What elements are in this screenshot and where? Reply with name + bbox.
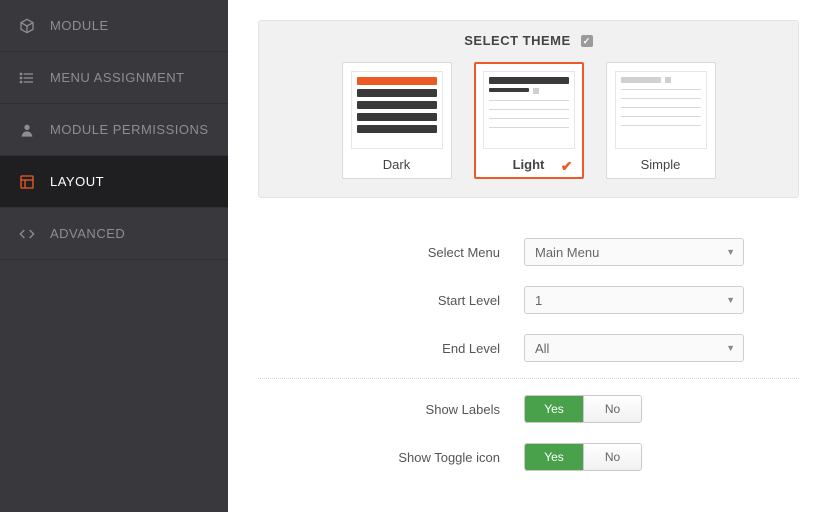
label-show-labels: Show Labels [258, 402, 518, 417]
toggle-yes[interactable]: Yes [525, 396, 583, 422]
cube-icon [18, 18, 36, 34]
sidebar-item-label: MODULE PERMISSIONS [50, 122, 209, 137]
toggle-no[interactable]: No [583, 396, 641, 422]
theme-thumbnail [615, 71, 707, 149]
row-show-toggle-icon: Show Toggle icon Yes No [258, 433, 799, 481]
label-select-menu: Select Menu [258, 245, 518, 260]
theme-thumbnail [351, 71, 443, 149]
sidebar-item-advanced[interactable]: ADVANCED [0, 208, 228, 260]
label-show-toggle-icon: Show Toggle icon [258, 450, 518, 465]
show-toggle-icon-toggle[interactable]: Yes No [524, 443, 642, 471]
sidebar-item-module-permissions[interactable]: MODULE PERMISSIONS [0, 104, 228, 156]
theme-option-label: Dark [351, 157, 443, 172]
sidebar-item-label: ADVANCED [50, 226, 125, 241]
sidebar-item-label: MODULE [50, 18, 109, 33]
layout-icon [18, 174, 36, 190]
select-theme-panel: SELECT THEME ✓ Dark [258, 20, 799, 198]
end-level-dropdown[interactable]: All ▼ [524, 334, 744, 362]
check-icon: ✓ [581, 35, 593, 47]
theme-option-simple[interactable]: Simple [606, 62, 716, 179]
theme-option-label: Light ✔ [483, 157, 575, 172]
row-end-level: End Level All ▼ [258, 324, 799, 372]
chevron-down-icon: ▼ [726, 295, 735, 305]
row-start-level: Start Level 1 ▼ [258, 276, 799, 324]
select-theme-title: SELECT THEME [464, 33, 570, 48]
toggle-no[interactable]: No [583, 444, 641, 470]
label-end-level: End Level [258, 341, 518, 356]
sidebar-item-module[interactable]: MODULE [0, 0, 228, 52]
theme-options-row: Dark Light ✔ Simple [273, 62, 784, 179]
row-show-labels: Show Labels Yes No [258, 385, 799, 433]
show-labels-toggle[interactable]: Yes No [524, 395, 642, 423]
separator [258, 378, 799, 379]
select-menu-dropdown[interactable]: Main Menu ▼ [524, 238, 744, 266]
select-value: All [535, 341, 549, 356]
sidebar-item-menu-assignment[interactable]: MENU ASSIGNMENT [0, 52, 228, 104]
sidebar-item-label: LAYOUT [50, 174, 104, 189]
theme-thumbnail [483, 71, 575, 149]
select-value: Main Menu [535, 245, 599, 260]
select-value: 1 [535, 293, 542, 308]
theme-option-label: Simple [615, 157, 707, 172]
label-start-level: Start Level [258, 293, 518, 308]
start-level-dropdown[interactable]: 1 ▼ [524, 286, 744, 314]
main-content: SELECT THEME ✓ Dark [228, 0, 817, 512]
row-select-menu: Select Menu Main Menu ▼ [258, 228, 799, 276]
theme-option-dark[interactable]: Dark [342, 62, 452, 179]
chevron-down-icon: ▼ [726, 343, 735, 353]
code-icon [18, 226, 36, 242]
theme-option-light[interactable]: Light ✔ [474, 62, 584, 179]
sidebar: MODULE MENU ASSIGNMENT MODULE PERMISSION… [0, 0, 228, 512]
select-theme-header: SELECT THEME ✓ [273, 33, 784, 48]
checkmark-icon: ✔ [561, 158, 573, 175]
list-icon [18, 70, 36, 86]
sidebar-item-label: MENU ASSIGNMENT [50, 70, 185, 85]
user-icon [18, 122, 36, 138]
chevron-down-icon: ▼ [726, 247, 735, 257]
toggle-yes[interactable]: Yes [525, 444, 583, 470]
sidebar-item-layout[interactable]: LAYOUT [0, 156, 228, 208]
